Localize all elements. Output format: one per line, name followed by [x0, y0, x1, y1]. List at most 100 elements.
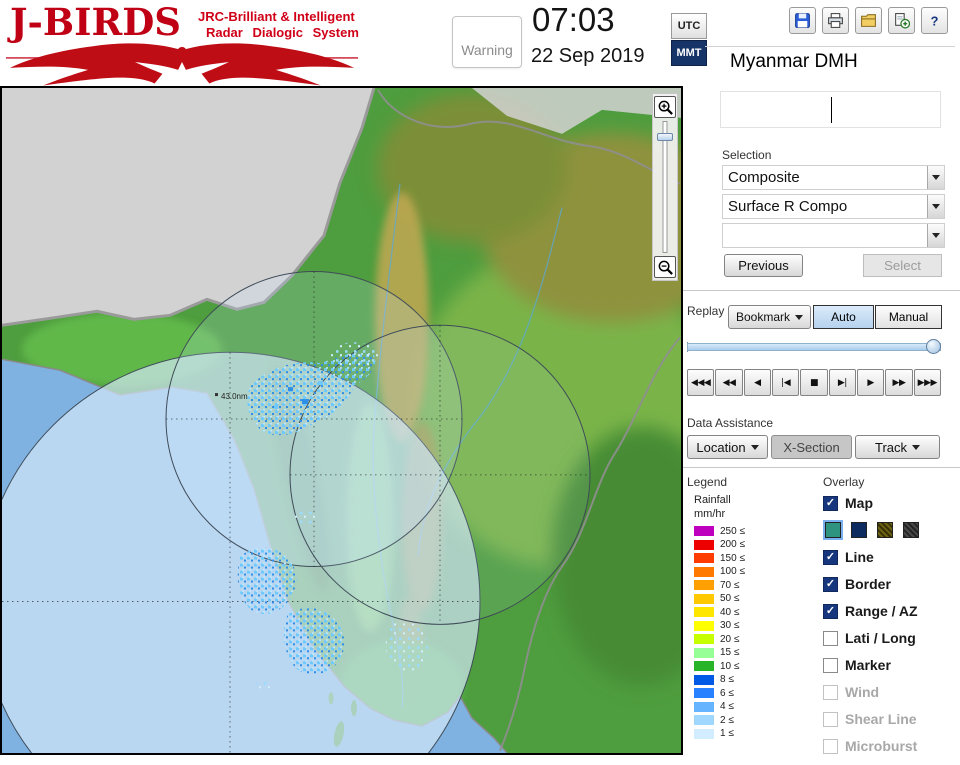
slider-track[interactable]	[687, 343, 941, 351]
warning-button[interactable]: Warning	[452, 16, 522, 68]
checkbox-checked-icon[interactable]	[823, 576, 838, 592]
mmt-button[interactable]: MMT	[671, 40, 707, 66]
option-select[interactable]	[722, 223, 945, 248]
legend-item-label: 50 ≤	[720, 593, 740, 604]
utc-button[interactable]: UTC	[671, 13, 707, 39]
legend-item: 10 ≤	[694, 661, 745, 672]
composite-select[interactable]: Composite	[722, 165, 945, 190]
chevron-down-icon	[795, 314, 804, 320]
map-zoom-control	[652, 93, 678, 281]
checkbox-checked-icon[interactable]	[823, 495, 838, 511]
x-section-button[interactable]: X-Section	[771, 435, 852, 459]
rainfall-legend: 250 ≤ 200 ≤ 150 ≤ 100 ≤ 70 ≤ 50 ≤ 40 ≤ 3…	[694, 526, 745, 739]
legend-item-label: 20 ≤	[720, 633, 740, 645]
legend-color-chip	[694, 620, 714, 631]
radar-map[interactable]: 43.0nm	[0, 86, 683, 755]
app-logo-title: J-BIRDS	[10, 0, 181, 44]
station-name: Myanmar DMH	[730, 51, 858, 72]
overlay-item-lati-long[interactable]: Lati / Long	[823, 630, 959, 646]
checkbox-checked-icon[interactable]	[823, 603, 838, 619]
checkbox-unchecked-icon[interactable]	[823, 657, 838, 673]
replay-slider[interactable]	[687, 339, 941, 355]
overlay-item-line[interactable]: Line	[823, 549, 959, 565]
control-sidebar: Selection Composite Surface R Compo Prev…	[683, 88, 960, 755]
skip-to-end-button[interactable]: ▶▶▶	[913, 369, 941, 396]
overlay-item-marker[interactable]: Marker	[823, 657, 959, 673]
overlay-label: Overlay	[823, 475, 865, 489]
help-button[interactable]: ?	[921, 7, 948, 34]
legend-unit-title: Rainfall	[694, 494, 731, 506]
legend-color-chip	[694, 715, 714, 725]
zoom-in-button[interactable]	[654, 96, 676, 118]
overlay-item-shear-line: Shear Line	[823, 711, 959, 727]
zoom-slider[interactable]	[653, 121, 677, 253]
zoom-out-icon	[658, 260, 673, 275]
range-ring-label: 43.0nm	[221, 392, 248, 401]
overlay-item-range-az[interactable]: Range / AZ	[823, 603, 959, 619]
chevron-down-icon	[932, 204, 940, 209]
auto-mode-button[interactable]: Auto	[813, 305, 874, 329]
map-color-swatch[interactable]	[903, 522, 919, 538]
toolbar: ?	[789, 7, 948, 34]
app-logo-subtitle2: Radar Dialogic System	[206, 25, 359, 40]
checkbox-unchecked-icon[interactable]	[823, 630, 838, 646]
legend-item: 2 ≤	[694, 715, 745, 726]
composite-select-value: Composite	[728, 169, 800, 186]
chevron-down-icon	[932, 175, 940, 180]
map-color-swatch[interactable]	[851, 522, 867, 538]
location-button[interactable]: Location	[687, 435, 768, 459]
zoom-slider-handle[interactable]	[657, 133, 673, 141]
print-button[interactable]	[822, 7, 849, 34]
manual-mode-button[interactable]: Manual	[875, 305, 942, 329]
track-label: Track	[874, 439, 908, 455]
legend-item-label: 150 ≤	[720, 552, 745, 564]
legend-item-label: 1 ≤	[720, 728, 734, 739]
stop-button[interactable]: ■	[800, 369, 828, 396]
slider-handle[interactable]	[926, 339, 941, 354]
legend-item-label: 250 ≤	[720, 525, 745, 537]
select-button[interactable]: Select	[863, 254, 942, 277]
legend-item: 30 ≤	[694, 620, 745, 631]
message-input[interactable]	[720, 91, 941, 128]
play-reverse-button[interactable]: ◀	[743, 369, 771, 396]
map-color-swatch[interactable]	[877, 522, 893, 538]
option-select-dropdown-button[interactable]	[927, 224, 944, 247]
bookmark-button[interactable]: Bookmark	[728, 305, 811, 329]
zoom-out-button[interactable]	[654, 256, 676, 278]
fast-forward-button[interactable]: ▶▶	[885, 369, 913, 396]
map-color-palette	[823, 520, 959, 540]
step-back-button[interactable]: |◀	[771, 369, 800, 396]
open-folder-button[interactable]	[855, 7, 882, 34]
play-button[interactable]: ▶	[856, 369, 885, 396]
overlay-item-label: Border	[845, 576, 891, 592]
timezone-toggle: UTC MMT	[671, 13, 707, 67]
product-select-dropdown-button[interactable]	[927, 195, 944, 218]
step-forward-button[interactable]: ▶|	[828, 369, 856, 396]
radar-map-image[interactable]: 43.0nm	[2, 88, 681, 753]
overlay-panel: Map Line Border Range / AZ Lati / Long M…	[823, 495, 959, 765]
clock-time: 07:03	[532, 1, 615, 38]
save-button[interactable]	[789, 7, 816, 34]
data-assistance-label: Data Assistance	[687, 416, 774, 430]
overlay-item-label: Line	[845, 549, 874, 565]
selection-label: Selection	[722, 148, 772, 162]
fast-rewind-button[interactable]: ◀◀	[715, 369, 743, 396]
legend-color-chip	[694, 688, 714, 698]
overlay-item-map[interactable]: Map	[823, 495, 959, 511]
export-button[interactable]	[888, 7, 915, 34]
checkbox-checked-icon[interactable]	[823, 549, 838, 565]
replay-label: Replay	[687, 304, 725, 318]
product-select[interactable]: Surface R Compo	[722, 194, 945, 219]
svg-text:?: ?	[931, 13, 939, 28]
map-color-swatch[interactable]	[823, 520, 843, 540]
zoom-in-icon	[658, 100, 673, 115]
composite-select-dropdown-button[interactable]	[927, 166, 944, 189]
text-caret	[831, 97, 832, 123]
overlay-item-border[interactable]: Border	[823, 576, 959, 592]
track-button[interactable]: Track	[855, 435, 940, 459]
legend-item: 40 ≤	[694, 607, 745, 618]
legend-item-label: 30 ≤	[720, 620, 740, 631]
previous-button[interactable]: Previous	[724, 254, 803, 277]
header-separator	[705, 46, 955, 47]
skip-to-start-button[interactable]: ◀◀◀	[687, 369, 715, 396]
